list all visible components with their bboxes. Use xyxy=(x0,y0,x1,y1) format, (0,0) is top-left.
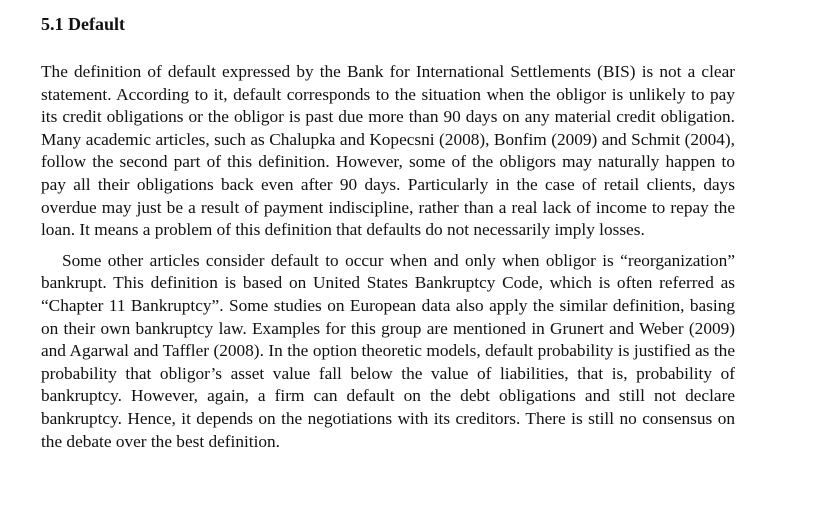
paragraph-bis-definition: The definition of default expressed by t… xyxy=(41,62,735,240)
document-page: 5.1 Default The definition of default ex… xyxy=(41,0,735,453)
section-heading: 5.1 Default xyxy=(41,14,125,34)
paragraph-bankruptcy-definition: Some other articles consider default to … xyxy=(41,250,735,451)
